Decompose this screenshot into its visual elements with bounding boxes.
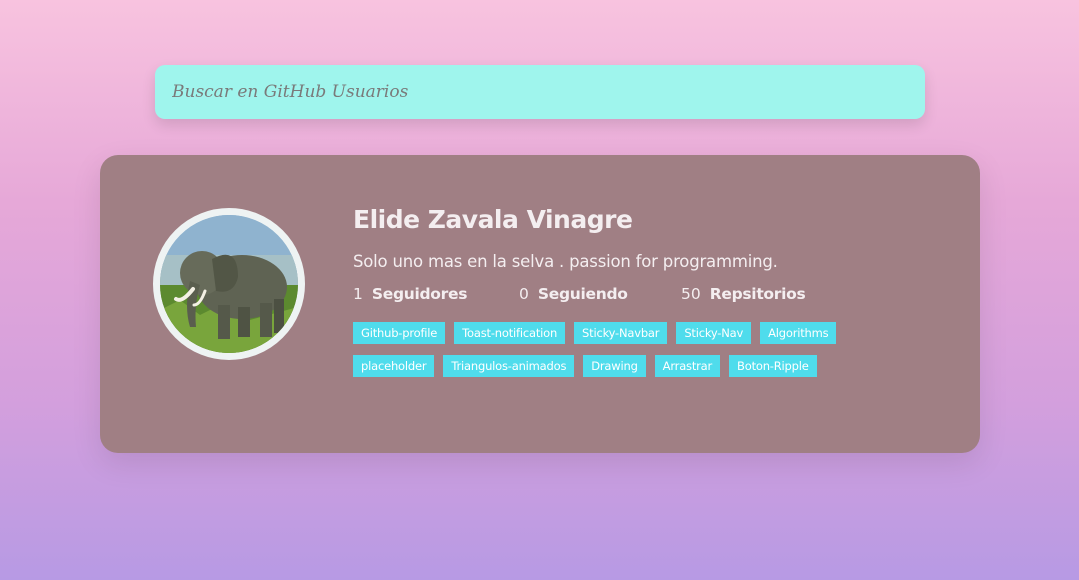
profile-card: Elide Zavala Vinagre Solo uno mas en la …	[100, 155, 980, 453]
profile-stats: 1 Seguidores 0 Seguiendo 50 Repsitorios	[353, 285, 953, 303]
repo-tag[interactable]: Triangulos-animados	[443, 355, 575, 377]
following-label: Seguiendo	[537, 285, 628, 303]
elephant-image-icon	[160, 215, 298, 353]
stat-following: 0 Seguiendo	[519, 285, 681, 303]
repo-tag[interactable]: placeholder	[353, 355, 435, 377]
repos-label: Repsitorios	[709, 285, 806, 303]
followers-label: Seguidores	[371, 285, 468, 303]
avatar	[153, 208, 305, 360]
stat-repos: 50 Repsitorios	[681, 285, 806, 303]
repo-tag[interactable]: Sticky-Nav	[676, 322, 752, 344]
search-box	[155, 65, 925, 119]
repo-list: Github-profile Toast-notification Sticky…	[353, 322, 873, 388]
search-input[interactable]	[155, 65, 925, 119]
repo-tag[interactable]: Sticky-Navbar	[574, 322, 668, 344]
following-count: 0	[519, 285, 529, 303]
profile-bio: Solo uno mas en la selva . passion for p…	[353, 252, 778, 271]
profile-info: Elide Zavala Vinagre Solo uno mas en la …	[353, 205, 953, 388]
repo-tag[interactable]: Github-profile	[353, 322, 446, 344]
profile-name: Elide Zavala Vinagre	[353, 205, 633, 234]
repo-tag[interactable]: Algorithms	[760, 322, 837, 344]
repo-tag[interactable]: Arrastrar	[654, 355, 721, 377]
repo-tag[interactable]: Boton-Ripple	[729, 355, 817, 377]
followers-count: 1	[353, 285, 363, 303]
repos-count: 50	[681, 285, 701, 303]
stat-followers: 1 Seguidores	[353, 285, 519, 303]
repo-tag[interactable]: Toast-notification	[454, 322, 566, 344]
repo-tag[interactable]: Drawing	[583, 355, 646, 377]
